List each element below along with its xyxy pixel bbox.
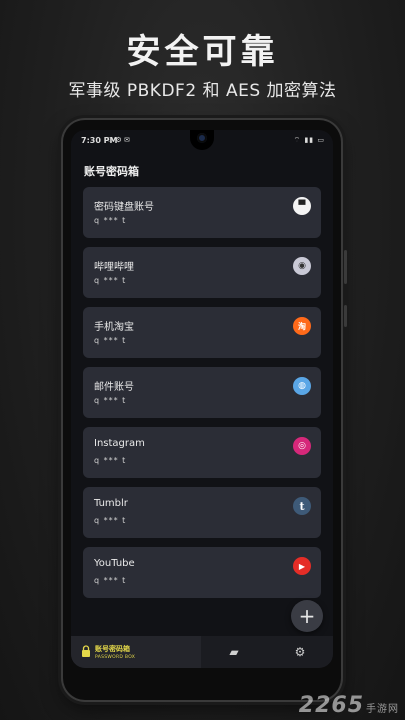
account-username: q *** t [94,576,127,585]
account-name: Tumblr [94,498,128,509]
tab-label: 账号密码箱 [95,645,130,653]
status-bar: 7:30 PM ⚇ ⚙ ✉ ⌔ ▮▮ ▭ [71,130,333,152]
notification-icons: ⚇ ⚙ ✉ [107,136,130,144]
promo-title: 安全可靠 [126,32,279,72]
taobao-icon: 淘 [293,317,311,335]
watermark-label: 手游网 [366,704,399,715]
account-card[interactable]: Tumblr q *** t t [83,487,321,538]
keyboard-app-icon: ▀ [293,197,311,215]
account-name: 邮件账号 [94,382,134,393]
add-account-button[interactable]: + [291,600,323,632]
gear-icon: ⚙ [294,645,306,659]
notes-icon: ▰ [229,645,239,659]
account-username: q *** t [94,216,127,225]
front-camera [197,133,207,143]
camera-notch [190,130,214,150]
volume-button [344,250,347,284]
phone-frame: 7:30 PM ⚇ ⚙ ✉ ⌔ ▮▮ ▭ 账号密码箱 密码键盘账号 q *** … [63,120,347,700]
account-username: q *** t [94,456,127,465]
lock-icon [81,645,91,657]
account-card[interactable]: Instagram q *** t ◎ [83,427,321,478]
tab-notes[interactable]: ▰ [201,636,267,668]
account-card[interactable]: 手机淘宝 q *** t 淘 [83,307,321,358]
account-card[interactable]: 密码键盘账号 q *** t ▀ [83,187,321,238]
account-username: q *** t [94,396,127,405]
youtube-icon: ▶ [293,557,311,575]
account-username: q *** t [94,336,127,345]
app-screen: 7:30 PM ⚇ ⚙ ✉ ⌔ ▮▮ ▭ 账号密码箱 密码键盘账号 q *** … [71,130,333,668]
account-name: 密码键盘账号 [94,202,154,213]
watermark: 2265 手游网 [299,693,399,718]
account-card[interactable]: 邮件账号 q *** t ◍ [83,367,321,418]
signal-battery-icons: ⌔ ▮▮ ▭ [293,136,325,144]
mail-globe-icon: ◍ [293,377,311,395]
account-list: 密码键盘账号 q *** t ▀ 哔哩哔哩 q *** t ◉ 手机淘宝 q *… [83,187,321,607]
tumblr-icon: t [293,497,311,515]
tab-settings[interactable]: ⚙ [267,636,333,668]
bottom-nav: 账号密码箱 PASSWORD BOX ▰ ⚙ [71,636,333,668]
page-title: 账号密码箱 [84,165,139,178]
watermark-number: 2265 [298,693,364,718]
account-name: 哔哩哔哩 [94,262,134,273]
bilibili-icon: ◉ [293,257,311,275]
account-name: YouTube [94,558,135,569]
account-name: Instagram [94,438,145,449]
account-name: 手机淘宝 [94,322,134,333]
account-username: q *** t [94,516,127,525]
account-username: q *** t [94,276,127,285]
tab-password-box[interactable]: 账号密码箱 PASSWORD BOX [71,636,201,668]
tab-sublabel: PASSWORD BOX [95,655,136,660]
instagram-icon: ◎ [293,437,311,455]
promo-subtitle: 军事级 PBKDF2 和 AES 加密算法 [68,81,337,101]
account-card[interactable]: 哔哩哔哩 q *** t ◉ [83,247,321,298]
account-card[interactable]: YouTube q *** t ▶ [83,547,321,598]
power-button [344,305,347,327]
